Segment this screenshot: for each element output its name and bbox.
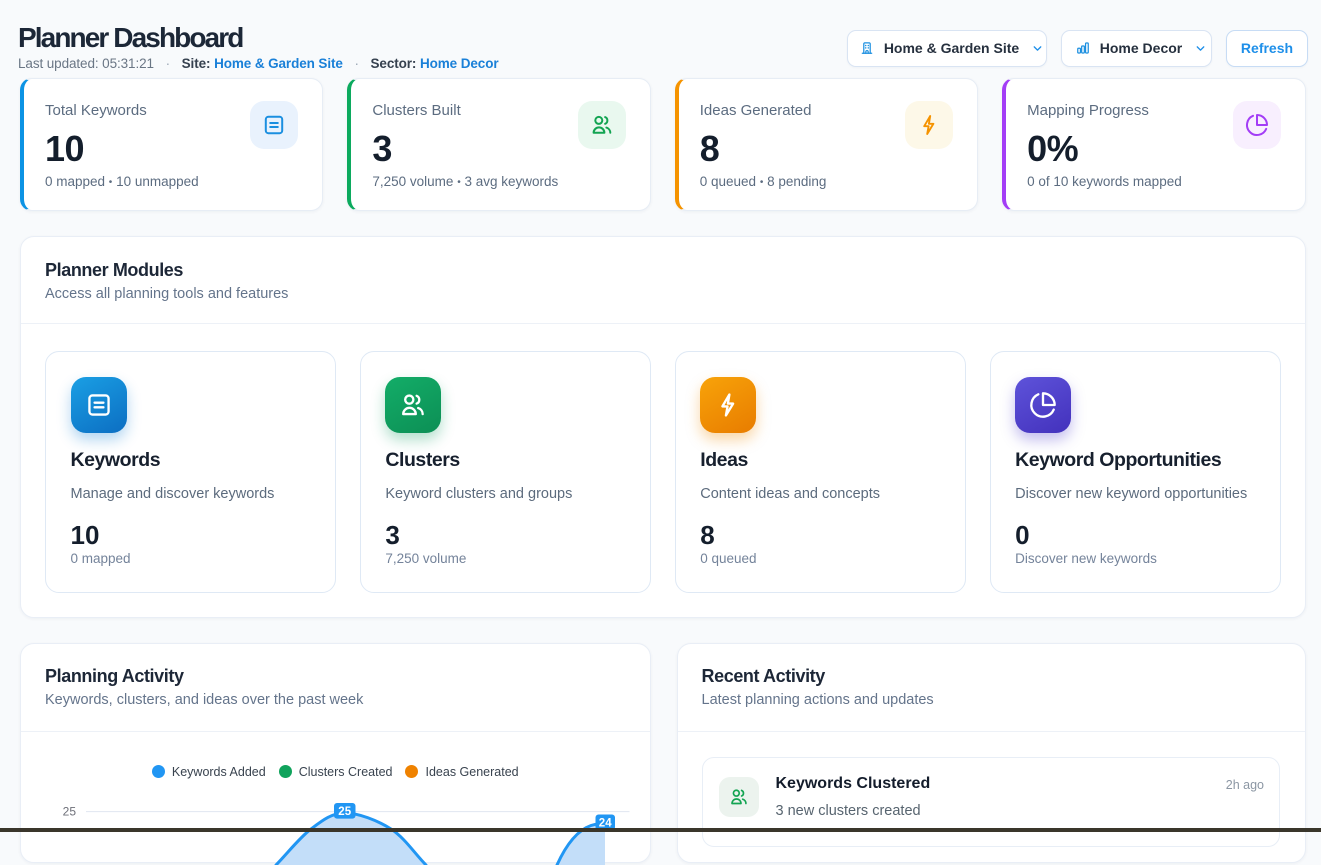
svg-text:25: 25 bbox=[63, 804, 77, 818]
svg-text:25: 25 bbox=[338, 806, 351, 818]
